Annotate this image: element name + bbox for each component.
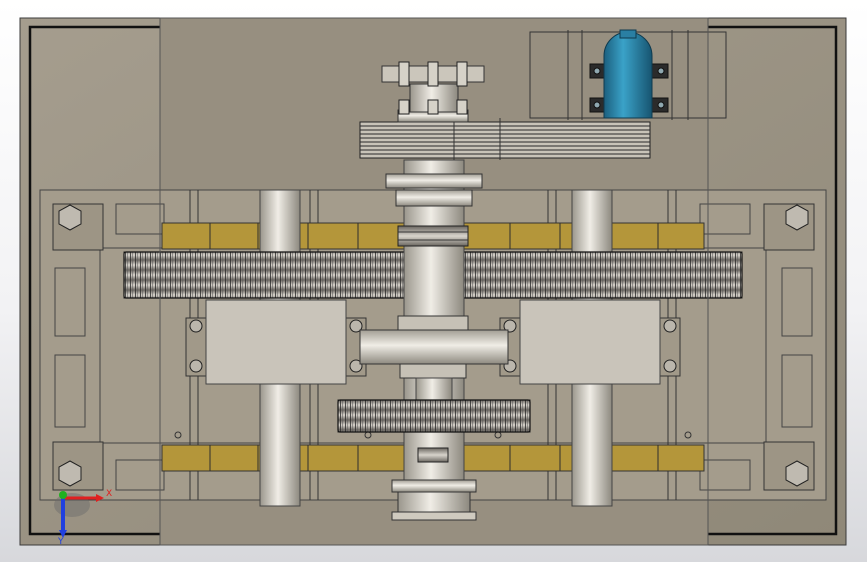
pinion-gear[interactable] <box>337 399 531 433</box>
triad-y-label: Y <box>57 537 64 547</box>
left-spur-gear[interactable] <box>123 251 411 299</box>
triad-y-axis <box>59 491 67 499</box>
graphics-viewport[interactable]: X Y <box>0 0 867 562</box>
right-spur-gear[interactable] <box>455 251 743 299</box>
triad-x-label: X <box>106 489 112 499</box>
gearbox-model[interactable]: X Y <box>0 0 867 562</box>
